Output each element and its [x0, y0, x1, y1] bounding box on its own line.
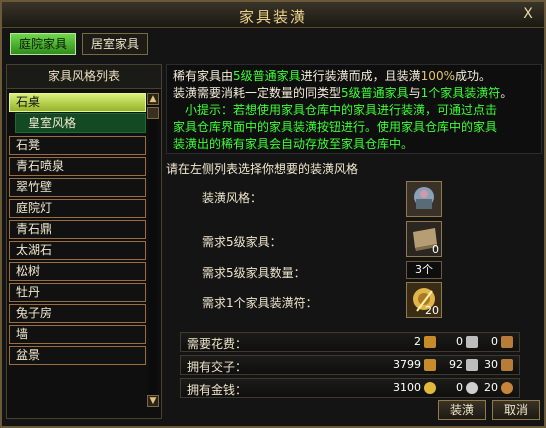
talisman-slot[interactable]: 20 — [406, 282, 442, 318]
close-icon[interactable]: X — [518, 5, 538, 23]
list-scrollbar[interactable]: ▲ ▼ — [147, 93, 159, 415]
selection-prompt: 请在左侧列表选择你想要的装潢风格 — [166, 162, 359, 176]
list-item[interactable]: 庭院灯 — [9, 199, 146, 218]
copper-jiaozi-icon — [501, 359, 513, 371]
scroll-down-icon[interactable]: ▼ — [147, 395, 159, 407]
required-qty-label: 需求5级家具数量： — [202, 266, 306, 280]
list-item[interactable]: 石凳 — [9, 136, 146, 155]
required-furniture-label: 需求5级家具： — [202, 235, 282, 249]
list-item-stone-table[interactable]: 石桌 — [9, 93, 146, 112]
tab-courtyard-furniture[interactable]: 庭院家具 — [10, 33, 77, 55]
cancel-button[interactable]: 取消 — [492, 400, 540, 420]
window-title: 家具装潢 — [238, 8, 307, 26]
required-qty-value: 3个 — [406, 261, 442, 279]
scroll-up-icon[interactable]: ▲ — [147, 93, 159, 105]
required-talisman-label: 需求1个家具装潢符： — [202, 296, 318, 310]
style-list-header: 家具风格列表 — [7, 65, 161, 89]
details-panel: 稀有家具由5级普通家具进行装潢而成，且装潢100%成功。 装潢需要消耗一定数量的… — [166, 64, 542, 420]
need-cost-row: 需要花费： 2 0 0 — [180, 332, 520, 352]
style-list-panel: 家具风格列表 石桌 皇室风格 石凳 青石喷泉 翠竹壁 庭院灯 青石鼎 太湖石 松… — [6, 64, 162, 419]
list-subitem-royal-style[interactable]: 皇室风格 — [15, 113, 146, 133]
list-item[interactable]: 翠竹壁 — [9, 178, 146, 197]
gold-row: 拥有金钱： 3100 0 20 — [180, 378, 520, 398]
tab-room-furniture[interactable]: 居室家具 — [82, 33, 149, 55]
list-item[interactable]: 墙 — [9, 325, 146, 344]
copper-ticket-icon — [501, 336, 513, 348]
list-item[interactable]: 太湖石 — [9, 241, 146, 260]
scroll-track[interactable] — [149, 119, 157, 395]
info-text: 稀有家具由5级普通家具进行装潢而成，且装潢100%成功。 装潢需要消耗一定数量的… — [166, 64, 542, 154]
style-label: 装潢风格： — [202, 191, 263, 205]
category-tabs: 庭院家具 居室家具 — [10, 33, 149, 55]
copper-coin-icon — [501, 382, 513, 394]
style-slot[interactable] — [406, 181, 442, 217]
list-item[interactable]: 盆景 — [9, 346, 146, 365]
list-item[interactable]: 青石喷泉 — [9, 157, 146, 176]
required-furniture-slot[interactable]: 0 — [406, 221, 442, 257]
title-bar: 家具装潢 X — [2, 2, 544, 28]
jiaozi-row: 拥有交子： 3799 92 30 — [180, 355, 520, 375]
scroll-thumb[interactable] — [147, 107, 159, 119]
list-item[interactable]: 松树 — [9, 262, 146, 281]
list-item[interactable]: 青石鼎 — [9, 220, 146, 239]
style-list: 石桌 皇室风格 石凳 青石喷泉 翠竹壁 庭院灯 青石鼎 太湖石 松树 牡丹 兔子… — [9, 93, 146, 415]
cost-rows: 需要花费： 2 0 0 拥有交子： 3799 92 30 拥有金钱： 3100 — [180, 332, 520, 401]
list-item[interactable]: 兔子房 — [9, 304, 146, 323]
blender-furniture-icon — [407, 182, 441, 216]
decorate-button[interactable]: 装潢 — [438, 400, 486, 420]
list-item[interactable]: 牡丹 — [9, 283, 146, 302]
furniture-decoration-window: 家具装潢 X 庭院家具 居室家具 家具风格列表 石桌 皇室风格 石凳 青石喷泉 … — [0, 0, 546, 428]
